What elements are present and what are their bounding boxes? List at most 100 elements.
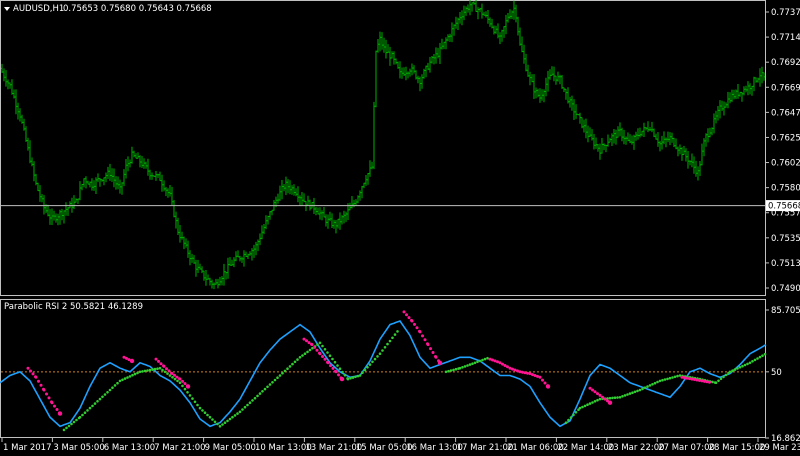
sar-point	[429, 347, 432, 351]
signal-point	[346, 377, 350, 381]
signal-point	[228, 417, 232, 421]
signal-point	[133, 372, 137, 376]
price-tick-label: 0.76026	[771, 159, 800, 169]
price-tick-label: 0.75801	[771, 184, 800, 194]
signal-point	[636, 389, 639, 393]
signal-point	[141, 370, 144, 373]
signal-point	[126, 376, 129, 379]
signal-point	[163, 370, 167, 374]
signal-point	[111, 386, 114, 390]
indicator-tick-label: 50	[771, 368, 782, 378]
signal-point	[131, 373, 134, 377]
signal-point	[651, 383, 654, 386]
chart-canvas: 0.77371 0.77146 0.76921 0.76696 0.76471 0.762…	[0, 0, 800, 453]
sar-point	[421, 334, 424, 338]
sar-point	[47, 396, 51, 400]
signal-point	[291, 362, 294, 366]
signal-point	[93, 402, 97, 405]
sar-point	[588, 386, 592, 390]
signal-point	[643, 386, 647, 390]
sar-point	[431, 351, 435, 354]
signal-point	[281, 371, 284, 375]
signal-point	[103, 393, 107, 396]
signal-point	[371, 360, 374, 364]
signal-point	[216, 422, 219, 426]
sar-point	[423, 338, 427, 342]
signal-point	[218, 425, 222, 428]
sar-point	[603, 397, 607, 401]
signal-point	[70, 422, 73, 426]
signal-point	[447, 369, 450, 373]
sar-point	[518, 370, 522, 374]
signal-point	[256, 394, 259, 398]
signal-point	[583, 404, 587, 408]
signal-point	[623, 394, 627, 397]
signal-point	[253, 396, 257, 400]
sar-point	[331, 366, 335, 370]
signal-point	[143, 369, 147, 373]
sar-point	[175, 375, 179, 379]
signal-point	[273, 378, 277, 382]
sar-point	[321, 355, 324, 358]
signal-point	[113, 384, 117, 387]
signal-point	[258, 392, 262, 395]
sar-point	[705, 380, 709, 384]
sar-point	[598, 393, 602, 397]
signal-point	[343, 373, 347, 377]
signal-point	[236, 412, 239, 415]
sar-point	[29, 369, 32, 373]
signal-point	[671, 376, 674, 379]
signal-point	[574, 411, 578, 414]
signal-point	[278, 374, 282, 377]
signal-point	[354, 375, 357, 379]
signal-point	[391, 336, 394, 340]
sar-point	[170, 372, 174, 376]
signal-point	[666, 377, 669, 381]
time-tick-label: 16 Mar 13:00	[406, 443, 463, 453]
signal-point	[738, 366, 742, 369]
signal-point	[108, 388, 112, 392]
sar-point	[698, 379, 701, 382]
sar-point	[167, 369, 171, 373]
signal-point	[116, 381, 119, 385]
sar-point	[154, 357, 158, 361]
signal-point	[106, 391, 109, 394]
sar-point	[313, 345, 316, 349]
signal-point	[293, 360, 297, 364]
signal-point	[746, 362, 749, 366]
signal-point	[243, 405, 247, 409]
price-tick-label: 0.77371	[771, 8, 800, 18]
sar-point	[50, 401, 54, 405]
signal-point	[268, 383, 272, 386]
signal-point	[223, 421, 227, 425]
signal-point	[567, 418, 570, 422]
signal-point	[368, 363, 372, 366]
signal-point	[318, 341, 322, 345]
signal-point	[251, 399, 254, 402]
signal-point	[731, 369, 734, 373]
sar-point	[415, 326, 419, 330]
signal-point	[233, 414, 237, 417]
signal-point	[118, 379, 122, 383]
sar-point	[607, 400, 613, 405]
signal-point	[741, 364, 744, 368]
signal-point	[376, 355, 379, 358]
sar-point	[543, 381, 547, 385]
signal-point	[648, 384, 652, 387]
sar-point	[402, 310, 406, 314]
sar-point	[680, 375, 684, 379]
signal-point	[231, 415, 234, 419]
sar-point	[521, 370, 524, 374]
signal-point	[756, 357, 759, 360]
sar-point	[593, 390, 597, 394]
signal-point	[606, 397, 609, 400]
signal-point	[323, 348, 327, 351]
sar-point	[53, 404, 56, 408]
signal-point	[271, 381, 274, 384]
signal-point	[593, 400, 597, 403]
sar-point	[37, 379, 40, 383]
signal-point	[468, 363, 472, 366]
signal-point	[564, 421, 568, 425]
signal-point	[653, 381, 657, 385]
signal-point	[753, 358, 757, 362]
